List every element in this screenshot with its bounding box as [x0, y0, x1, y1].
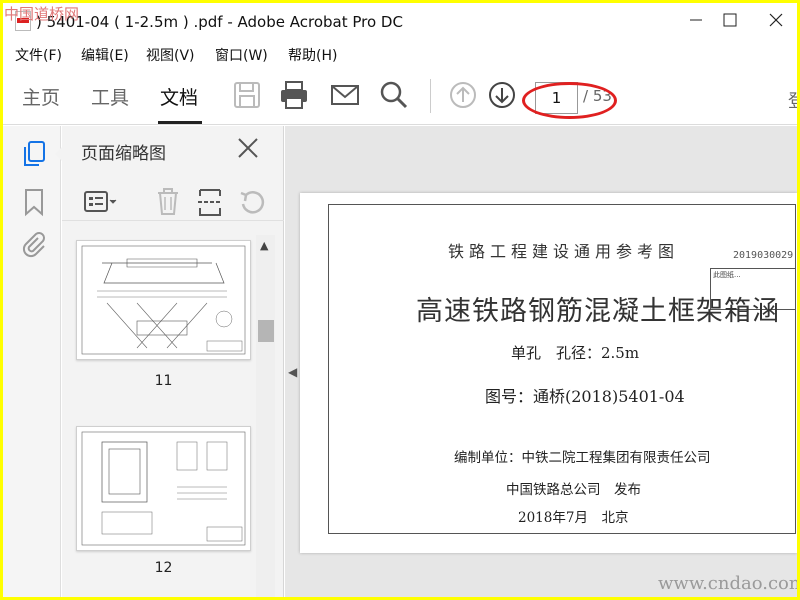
extract-pages-button[interactable] — [196, 187, 224, 217]
thumbnail-page-11[interactable] — [76, 240, 251, 360]
menu-file[interactable]: 文件(F) — [15, 45, 62, 65]
save-button[interactable] — [231, 79, 263, 111]
thumbnail-drawing — [81, 431, 246, 546]
menu-help[interactable]: 帮助(H) — [288, 45, 337, 65]
collapse-panel-arrow-icon[interactable]: ◀ — [288, 365, 297, 379]
delete-icon — [158, 188, 178, 215]
search-icon — [380, 81, 408, 109]
thumbnail-options-button[interactable] — [83, 189, 123, 215]
next-page-button[interactable] — [486, 79, 518, 111]
maximize-button[interactable] — [719, 9, 741, 31]
thumbnail-scrollbar[interactable] — [256, 235, 275, 597]
page-thumbnails-button[interactable] — [19, 139, 49, 171]
thumbnail-label-11: 11 — [154, 373, 173, 389]
email-icon — [331, 85, 359, 105]
tab-home[interactable]: 主页 — [22, 83, 60, 110]
extract-icon — [198, 189, 222, 216]
menu-edit[interactable]: 编辑(E) — [81, 45, 129, 65]
tab-tools[interactable]: 工具 — [91, 83, 129, 110]
highlight-annotation-ellipse — [522, 82, 617, 119]
document-main-title: 高速铁路钢筋混凝土框架箱涵 — [416, 296, 780, 327]
active-tab-indicator — [158, 121, 202, 124]
document-issuer: 中国铁路总公司 发布 — [506, 482, 641, 498]
minimize-button[interactable] — [685, 9, 707, 31]
previous-page-button[interactable] — [447, 79, 479, 111]
document-code: 2019030029 — [733, 250, 794, 261]
minimize-icon — [690, 19, 702, 21]
rotate-icon — [240, 191, 265, 214]
thumbnail-drawing — [81, 245, 246, 355]
sign-in-link[interactable]: 登 — [788, 87, 797, 113]
window-title: ) 5401-04 ( 1-2.5m ) .pdf - Adobe Acroba… — [36, 13, 403, 31]
attachment-icon — [22, 232, 45, 258]
document-subtitle: 单孔 孔径：2.5m — [511, 344, 640, 362]
print-icon — [281, 81, 307, 109]
search-button[interactable] — [378, 79, 410, 111]
bookmark-icon — [25, 189, 43, 217]
panel-pointer — [55, 146, 63, 162]
panel-title: 页面缩略图 — [81, 144, 166, 164]
document-series-title: 铁路工程建设通用参考图 — [448, 242, 680, 261]
close-icon — [769, 13, 783, 27]
attachments-button[interactable] — [19, 230, 47, 258]
delete-pages-button[interactable] — [155, 187, 181, 217]
options-menu-icon — [84, 191, 117, 212]
tab-document[interactable]: 文档 — [160, 83, 198, 110]
panel-close-button[interactable] — [235, 135, 261, 161]
menu-view[interactable]: 视图(V) — [146, 45, 195, 65]
stamp-text: 此图纸... — [713, 271, 741, 279]
document-compiler: 编制单位：中铁二院工程集团有限责任公司 — [454, 450, 711, 466]
bookmarks-button[interactable] — [21, 187, 47, 217]
toolbar-separator — [430, 79, 431, 113]
page-down-icon — [489, 82, 515, 108]
rotate-pages-button[interactable] — [238, 189, 266, 217]
thumbnail-label-12: 12 — [154, 560, 173, 576]
close-window-button[interactable] — [765, 9, 787, 31]
watermark-top: 中国道桥网 — [4, 5, 80, 23]
menu-window[interactable]: 窗口(W) — [215, 45, 268, 65]
page-up-icon — [450, 82, 476, 108]
pages-icon — [24, 141, 45, 166]
email-button[interactable] — [329, 79, 361, 111]
thumbnail-page-12[interactable] — [76, 426, 251, 551]
document-date: 2018年7月 北京 — [518, 510, 629, 526]
close-icon — [238, 138, 258, 158]
save-icon — [234, 82, 260, 108]
document-drawing-number: 图号：通桥(2018)5401-04 — [485, 387, 685, 406]
maximize-icon — [723, 13, 737, 27]
print-button[interactable] — [278, 79, 310, 111]
scrollbar-thumb[interactable] — [258, 320, 274, 342]
scroll-up-arrow-icon[interactable]: ▲ — [260, 239, 268, 252]
watermark-bottom: www.cndao.com — [658, 573, 797, 594]
